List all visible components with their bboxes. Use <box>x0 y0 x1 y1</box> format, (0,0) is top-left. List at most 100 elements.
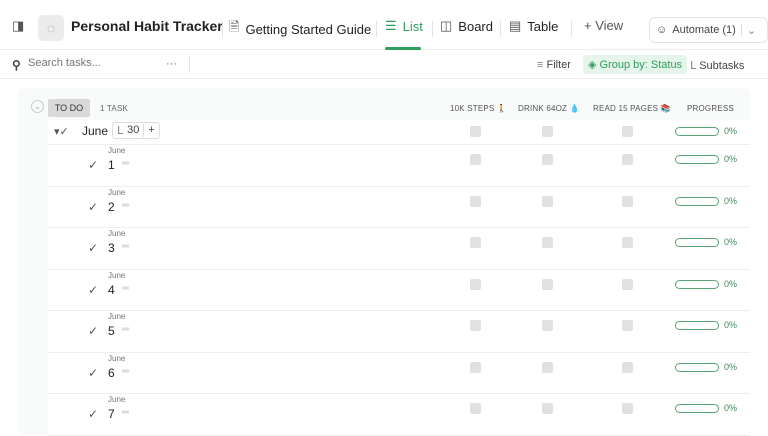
progress-bar <box>675 238 719 247</box>
subtask-row[interactable]: ✓ June 5 ═ 0% <box>48 311 750 353</box>
steps-checkbox[interactable] <box>470 362 481 373</box>
subtasks-button[interactable]: ᒪ Subtasks <box>690 59 744 72</box>
drink-checkbox[interactable] <box>542 279 553 290</box>
subtask-icon: ᒪ <box>117 124 123 137</box>
sidebar-toggle-icon[interactable]: ◨ <box>12 18 24 34</box>
read-checkbox[interactable] <box>622 403 633 414</box>
add-view-button[interactable]: + View <box>584 18 623 33</box>
drink-checkbox[interactable] <box>542 196 553 207</box>
space-icon[interactable]: ◌ <box>38 15 64 41</box>
subtask-name[interactable]: 5 <box>108 324 115 338</box>
subtask-name[interactable]: 1 <box>108 158 115 172</box>
read-checkbox[interactable] <box>622 196 633 207</box>
task-name[interactable]: June <box>82 124 108 138</box>
chevron-down-icon[interactable]: ⌄ <box>741 24 756 37</box>
read-checkbox[interactable] <box>622 154 633 165</box>
drink-checkbox[interactable] <box>542 362 553 373</box>
subtask-month: June <box>108 354 125 363</box>
subtask-month: June <box>108 271 125 280</box>
subtask-row[interactable]: ✓ June 3 ═ 0% <box>48 228 750 270</box>
tab-getting-started[interactable]: 🗎Getting Started Guide <box>229 18 371 40</box>
drink-checkbox[interactable] <box>542 320 553 331</box>
column-header-read[interactable]: READ 15 PAGES 📚 <box>593 104 671 113</box>
checkmark-icon[interactable]: ✓ <box>88 407 98 421</box>
steps-checkbox[interactable] <box>470 154 481 165</box>
add-subtask-button[interactable]: + <box>143 124 154 137</box>
filter-button[interactable]: ≡ Filter <box>537 59 571 71</box>
progress-bar <box>675 321 719 330</box>
description-icon: ═ <box>122 407 129 418</box>
more-options-button[interactable]: ··· <box>166 58 177 70</box>
steps-checkbox[interactable] <box>470 320 481 331</box>
subtask-row[interactable]: ✓ June 1 ═ 0% <box>48 145 750 187</box>
progress-bar <box>675 197 719 206</box>
steps-checkbox[interactable] <box>470 279 481 290</box>
subtask-month: June <box>108 188 125 197</box>
subtask-row[interactable]: ✓ June 4 ═ 0% <box>48 270 750 312</box>
read-checkbox[interactable] <box>622 237 633 248</box>
progress-percent: 0% <box>724 279 737 289</box>
subtask-row[interactable]: ✓ June 7 ═ 0% <box>48 394 750 436</box>
description-icon: ═ <box>122 200 129 211</box>
subtask-row[interactable]: ✓ June 2 ═ 0% <box>48 187 750 229</box>
subtask-row[interactable]: ✓ June 6 ═ 0% <box>48 353 750 395</box>
expand-caret-icon[interactable]: ▾✓ <box>54 125 69 138</box>
progress-percent: 0% <box>724 237 737 247</box>
automate-button[interactable]: ☺Automate (1) ⌄ <box>649 17 768 43</box>
column-header-progress[interactable]: PROGRESS <box>687 104 734 113</box>
drink-checkbox[interactable] <box>542 154 553 165</box>
checkmark-icon[interactable]: ✓ <box>88 241 98 255</box>
description-icon: ═ <box>122 324 129 335</box>
progress-bar <box>675 363 719 372</box>
steps-checkbox[interactable] <box>470 196 481 207</box>
checkmark-icon[interactable]: ✓ <box>88 324 98 338</box>
top-bar: ◨ ◌ Personal Habit Tracker 🗎Getting Star… <box>0 0 768 50</box>
steps-checkbox[interactable] <box>470 126 481 137</box>
tab-board[interactable]: ◫Board <box>440 18 493 34</box>
column-header-steps[interactable]: 10K STEPS 🚶 <box>450 104 507 113</box>
tab-list[interactable]: ☰List <box>385 18 423 34</box>
subtask-month: June <box>108 395 125 404</box>
read-checkbox[interactable] <box>622 279 633 290</box>
drink-checkbox[interactable] <box>542 403 553 414</box>
status-badge[interactable]: TO DO <box>48 99 90 117</box>
subtask-name[interactable]: 7 <box>108 407 115 421</box>
progress-percent: 0% <box>724 403 737 413</box>
description-icon: ═ <box>122 241 129 252</box>
search-input[interactable] <box>28 57 148 69</box>
subtask-month: June <box>108 229 125 238</box>
subtask-name[interactable]: 4 <box>108 283 115 297</box>
robot-icon: ☺ <box>656 24 667 36</box>
checkmark-icon[interactable]: ✓ <box>88 158 98 172</box>
active-tab-indicator <box>385 47 421 50</box>
checkmark-icon[interactable]: ✓ <box>88 200 98 214</box>
search-icon: ⚲ <box>12 58 21 72</box>
read-checkbox[interactable] <box>622 320 633 331</box>
read-checkbox[interactable] <box>622 126 633 137</box>
read-checkbox[interactable] <box>622 362 633 373</box>
doc-icon: 🗎 <box>229 18 239 40</box>
collapse-group-icon[interactable]: ⌄ <box>31 100 44 113</box>
steps-checkbox[interactable] <box>470 237 481 248</box>
parent-task-row[interactable]: ▾✓ June ᒪ30+ 0% <box>48 120 750 145</box>
subtask-name[interactable]: 2 <box>108 200 115 214</box>
layers-icon: ◈ <box>588 59 600 71</box>
description-icon: ═ <box>122 158 129 169</box>
group-by-button[interactable]: ◈ Group by: Status <box>583 55 687 74</box>
progress-bar <box>675 404 719 413</box>
steps-checkbox[interactable] <box>470 403 481 414</box>
checkmark-icon[interactable]: ✓ <box>88 283 98 297</box>
subtask-name[interactable]: 3 <box>108 241 115 255</box>
progress-percent: 0% <box>724 362 737 372</box>
page-title: Personal Habit Tracker <box>71 18 223 34</box>
column-header-drink[interactable]: DRINK 64OZ 💧 <box>518 104 580 113</box>
tab-table[interactable]: ▤Table <box>509 18 558 34</box>
drink-checkbox[interactable] <box>542 126 553 137</box>
board-icon: ◫ <box>440 18 452 34</box>
subtask-name[interactable]: 6 <box>108 366 115 380</box>
progress-percent: 0% <box>724 320 737 330</box>
subtask-month: June <box>108 146 125 155</box>
checkmark-icon[interactable]: ✓ <box>88 366 98 380</box>
drink-checkbox[interactable] <box>542 237 553 248</box>
subtask-count-badge[interactable]: ᒪ30+ <box>112 122 160 139</box>
